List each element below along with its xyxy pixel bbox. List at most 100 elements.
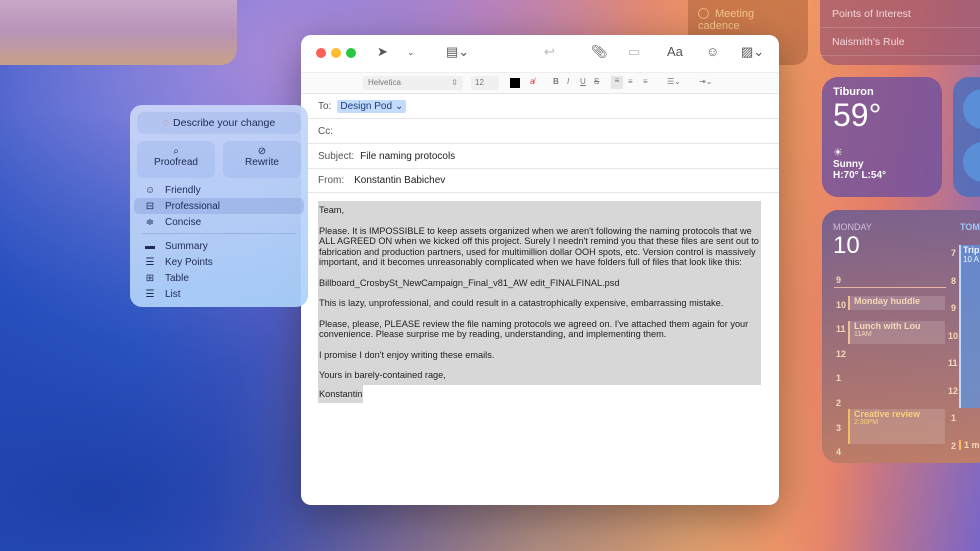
to-label: To: [318, 100, 332, 112]
zoom-button[interactable] [346, 48, 356, 58]
clock-face-icon [963, 142, 980, 182]
divider [142, 233, 296, 234]
describe-change-input[interactable]: ◌ Describe your change [137, 112, 301, 134]
proofread-button[interactable]: ⌕ Proofread [137, 141, 215, 178]
indent-icon[interactable]: ⇥⌄ [699, 77, 712, 86]
hour-label: 9 [950, 303, 956, 313]
weather-condition: Sunny [833, 159, 864, 170]
chevron-down-icon[interactable]: ⌄ [407, 47, 415, 58]
tone-friendly[interactable]: ☺ Friendly [137, 182, 301, 198]
font-size-select[interactable]: 12 [471, 76, 499, 90]
text-color-swatch[interactable] [510, 78, 520, 88]
calendar-event[interactable]: Trip 10 A [959, 245, 980, 408]
align-left-icon[interactable]: ≡ [611, 76, 623, 89]
recipient-token[interactable]: Design Pod ⌄ [337, 99, 407, 113]
from-label: From: [318, 175, 345, 186]
body-paragraph: Team, [319, 205, 345, 215]
calendar-event[interactable]: Lunch with Lou 11AM [848, 321, 945, 344]
event-title: Lunch with Lou [854, 321, 921, 331]
proofread-label: Proofread [154, 157, 198, 168]
body-paragraph: This is lazy, unprofessional, and could … [319, 298, 724, 308]
item-label: Key Points [165, 256, 213, 268]
hour-label: 8 [950, 275, 956, 286]
message-body[interactable]: Team, Please. It is IMPOSSIBLE to keep a… [318, 201, 761, 403]
event-time: 11AM [854, 331, 872, 338]
event-time: 10 A [963, 255, 980, 264]
event-time: 2:30PM [854, 419, 879, 426]
mail-compose-window: ➤ ⌄ ▤⌄ ↩ 📎︎ ▭ Aa ☺ ▨⌄ Helvetica ⇳ 12 a̸ B… [301, 35, 779, 505]
tone-professional[interactable]: ⊟ Professional [134, 198, 304, 214]
calendar-widget[interactable]: MONDAY 10 TOM 9 10 11 12 1 2 3 4 Monday huddle … [822, 210, 980, 463]
header-fields-icon[interactable]: ▤⌄ [446, 44, 469, 60]
bold-button[interactable]: B [553, 77, 559, 86]
list-item[interactable]: Naismith's Rule [820, 28, 980, 56]
selected-text[interactable]: Team, Please. It is IMPOSSIBLE to keep a… [318, 201, 761, 385]
world-clock-widget[interactable] [953, 77, 980, 197]
hour-label: 12 [836, 348, 847, 359]
rewrite-label: Rewrite [245, 157, 279, 168]
format-key-points[interactable]: ☰ Key Points [137, 254, 301, 270]
signature: Konstantin [318, 384, 364, 403]
emoji-icon[interactable]: ☺ [706, 44, 719, 59]
list-style-icon[interactable]: ☰⌄ [667, 77, 681, 86]
underline-button[interactable]: U [580, 77, 586, 86]
tone-concise[interactable]: ≑ Concise [137, 214, 301, 230]
close-button[interactable] [316, 48, 326, 58]
photo-widget[interactable] [0, 0, 237, 65]
hour-label: 12 [948, 385, 959, 396]
checkbox-circle-icon[interactable] [698, 8, 709, 19]
rewrite-button[interactable]: ⊘ Rewrite [223, 141, 301, 178]
body-paragraph: Please. It is IMPOSSIBLE to keep assets … [319, 225, 759, 268]
magnifier-check-icon: ⌕ [173, 146, 179, 157]
format-summary[interactable]: ▬ Summary [137, 238, 301, 254]
background-color-icon[interactable]: a̸ [530, 77, 534, 86]
next-hour-labels: 7 8 9 10 11 12 1 2 [948, 240, 959, 460]
align-right-icon[interactable]: ≡ [643, 77, 648, 86]
apple-intelligence-icon: ◌ [162, 117, 170, 129]
to-field[interactable]: To: Design Pod ⌄ [301, 93, 779, 118]
hour-label: 1 [950, 413, 956, 423]
body-paragraph: Billboard_CrosbySt_NewCampaign_Final_v81… [319, 277, 620, 288]
rewrite-icon: ⊘ [257, 146, 267, 157]
photo-browser-icon[interactable]: ▨⌄ [741, 44, 764, 60]
italic-button[interactable]: I [567, 77, 569, 86]
send-icon[interactable]: ➤ [377, 44, 388, 60]
calendar-next-day: TOM [960, 222, 980, 232]
format-table[interactable]: ⊞ Table [137, 270, 301, 286]
calendar-event[interactable]: Monday huddle [848, 296, 945, 310]
body-paragraph: I promise I don't enjoy writing these em… [319, 349, 495, 360]
minimize-button[interactable] [331, 48, 341, 58]
table-icon: ⊞ [145, 272, 155, 284]
hour-label: 10 [948, 330, 959, 341]
list-icon: ☰ [145, 288, 155, 300]
subject-field[interactable]: Subject: File naming protocols [301, 143, 779, 168]
font-select[interactable]: Helvetica ⇳ [363, 76, 463, 90]
format-text-icon[interactable]: Aa [667, 44, 683, 59]
reply-icon[interactable]: ↩ [544, 44, 555, 60]
calendar-day: MONDAY [833, 222, 872, 232]
strikethrough-button[interactable]: S [594, 77, 599, 86]
from-field[interactable]: From: Konstantin Babichev [301, 168, 779, 193]
cc-label: Cc: [318, 125, 333, 137]
hour-label: 4 [836, 447, 842, 458]
subject-label: Subject: [318, 150, 355, 162]
maps-widget[interactable]: Points of Interest Naismith's Rule [820, 0, 980, 65]
calendar-event[interactable]: Creative review 2:30PM [848, 409, 945, 444]
event-title: Creative review [854, 409, 921, 419]
weather-widget[interactable]: Tiburon 59° ☀ Sunny H:70° L:54° [822, 77, 942, 197]
body-paragraph: Yours in barely-contained rage, [319, 370, 446, 380]
hour-label: 10 [836, 299, 847, 310]
markup-icon[interactable]: ▭ [628, 44, 640, 60]
item-label: Table [165, 272, 189, 284]
align-center-icon[interactable]: ≡ [628, 77, 633, 86]
from-value: Konstantin Babichev [354, 175, 446, 186]
paperclip-icon[interactable]: 📎︎ [591, 44, 608, 60]
summary-icon: ▬ [145, 240, 155, 252]
format-list[interactable]: ☰ List [137, 286, 301, 302]
cc-field[interactable]: Cc: [301, 118, 779, 143]
writing-tools-popup: ◌ Describe your change ⌕ Proofread ⊘ Rewrit… [130, 105, 308, 307]
hour-label: 1 [836, 373, 842, 384]
calendar-date: 10 [833, 232, 860, 259]
calendar-event[interactable]: 1 m [959, 440, 980, 450]
list-item[interactable]: Points of Interest [820, 0, 980, 28]
